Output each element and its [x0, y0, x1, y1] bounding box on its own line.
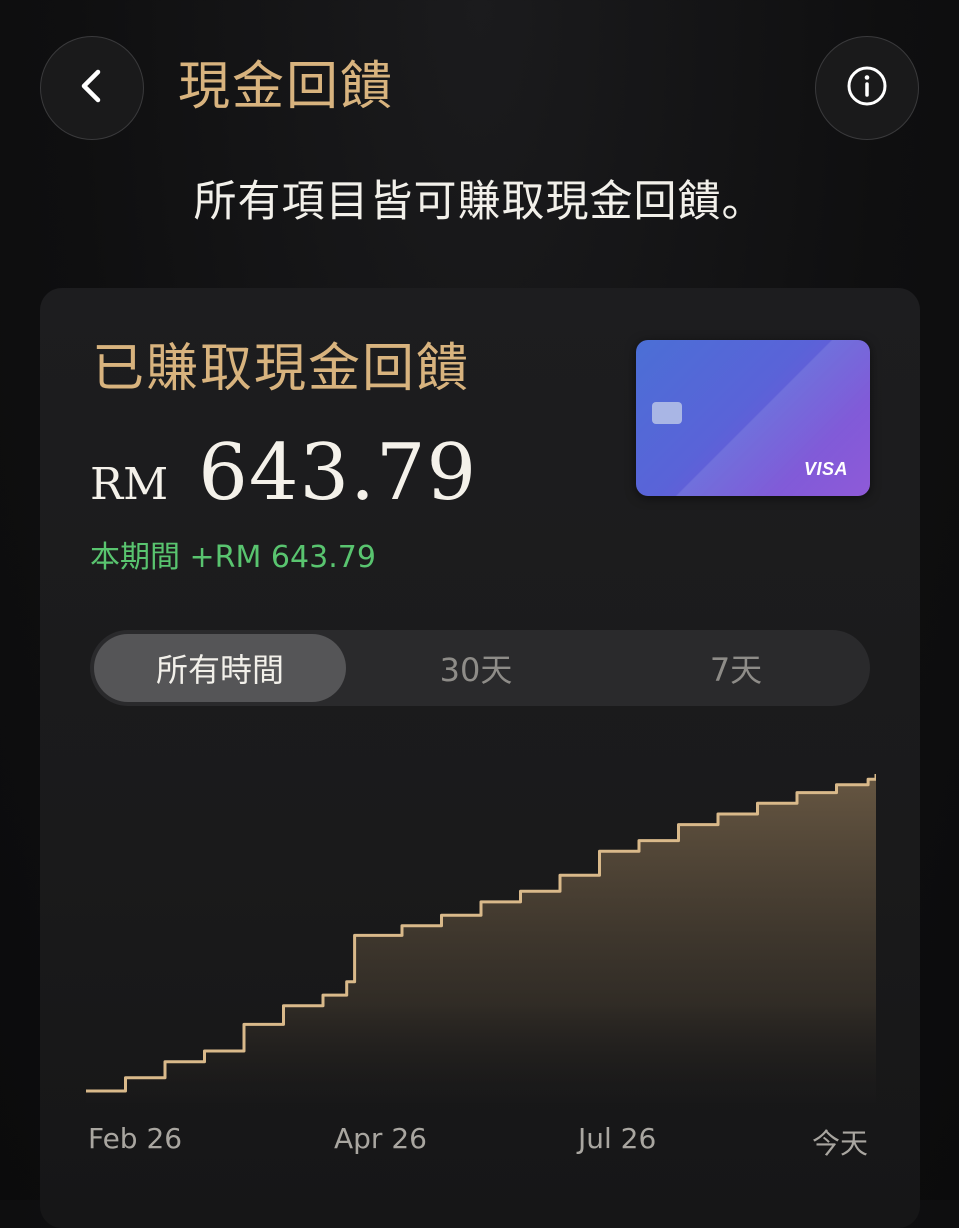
cashback-amount: RM 643.79 — [90, 428, 477, 518]
cashback-card: 已賺取現金回饋 RM 643.79 本期間 +RM 643.79 VISA 所有… — [40, 288, 920, 1228]
visa-logo: VISA — [804, 459, 848, 480]
info-icon — [845, 64, 889, 112]
chevron-left-icon — [72, 66, 112, 110]
tab-all-time[interactable]: 所有時間 — [94, 634, 346, 702]
visa-card-image: VISA — [636, 340, 870, 496]
tab-7-days[interactable]: 7天 — [606, 634, 866, 702]
cashback-chart-svg — [86, 728, 876, 1103]
x-tick-label: Feb 26 — [88, 1122, 182, 1155]
currency-label: RM — [90, 459, 168, 510]
page-subtitle: 所有項目皆可賺取現金回饋。 — [0, 172, 959, 232]
x-tick-label: Apr 26 — [334, 1122, 427, 1155]
cashback-chart — [86, 728, 876, 1103]
amount-value: 643.79 — [198, 428, 477, 518]
time-range-selector: 所有時間 30天 7天 — [90, 630, 870, 706]
tab-30-days[interactable]: 30天 — [346, 634, 606, 702]
x-tick-label: Jul 26 — [578, 1122, 656, 1155]
earned-cashback-label: 已賺取現金回饋 — [92, 336, 470, 402]
x-tick-label: 今天 — [812, 1122, 868, 1162]
page-title: 現金回饋 — [178, 52, 394, 122]
card-chip-icon — [652, 402, 682, 424]
back-button[interactable] — [40, 36, 144, 140]
info-button[interactable] — [815, 36, 919, 140]
period-change-text: 本期間 +RM 643.79 — [90, 532, 376, 576]
